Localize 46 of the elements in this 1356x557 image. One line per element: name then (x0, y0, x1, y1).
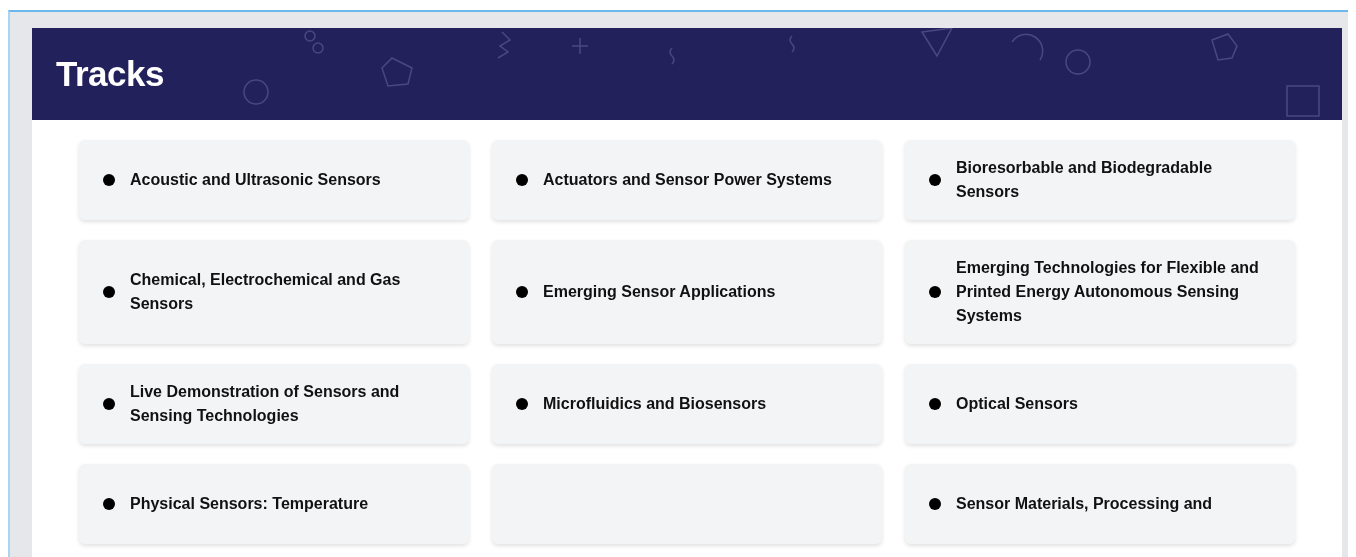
track-label: Bioresorbable and Biodegradable Sensors (956, 158, 1214, 202)
track-label: Emerging Technologies for Flexible and Printed Energy Autonomous Sensing Systems (956, 258, 1260, 326)
track-card[interactable]: Acoustic and Ultrasonic Sensors (79, 140, 469, 220)
track-card[interactable]: Physical Sensors: Temperature (79, 464, 469, 544)
bullet-icon (103, 498, 115, 510)
track-label: Live Demonstration of Sensors and Sensing Technologies (130, 382, 401, 426)
bullet-icon (929, 286, 941, 298)
pentagon-doodle (1211, 33, 1238, 61)
bullet-icon (929, 398, 941, 410)
squiggle-doodle (789, 35, 795, 53)
bullet-icon (103, 286, 115, 298)
bullet-icon (103, 174, 115, 186)
track-label: Actuators and Sensor Power Systems (543, 170, 832, 190)
track-label: Chemical, Electrochemical and Gas Sensors (130, 270, 402, 314)
bullet-icon (103, 398, 115, 410)
bullet-icon (516, 174, 528, 186)
pentagon-doodle (381, 57, 413, 87)
track-label: Microfluidics and Biosensors (543, 394, 767, 414)
bullet-icon (516, 286, 528, 298)
bullet-icon (929, 498, 941, 510)
track-card[interactable]: Emerging Sensor Applications (492, 240, 882, 344)
triangle-doodle (920, 28, 954, 58)
track-card[interactable]: Actuators and Sensor Power Systems (492, 140, 882, 220)
track-label: Physical Sensors: Temperature (130, 494, 369, 514)
track-label: Optical Sensors (956, 394, 1078, 414)
track-card[interactable]: Live Demonstration of Sensors and Sensing Technologies (79, 364, 469, 444)
arc-doodle (1011, 33, 1044, 61)
track-label: Emerging Sensor Applications (543, 282, 776, 302)
track-card[interactable]: Optical Sensors (905, 364, 1295, 444)
circle-doodle (1065, 49, 1091, 75)
circle-doodle (243, 79, 269, 105)
track-card[interactable]: Microfluidics and Biosensors (492, 364, 882, 444)
square-doodle (1286, 85, 1320, 117)
squiggle-doodle (669, 47, 675, 65)
bullet-icon (516, 398, 528, 410)
track-card[interactable]: Emerging Technologies for Flexible and Printed Energy Autonomous Sensing Systems (905, 240, 1295, 344)
track-card[interactable]: Sensor Materials, Processing and (905, 464, 1295, 544)
track-card[interactable]: Chemical, Electrochemical and Gas Sensors (79, 240, 469, 344)
zigzag-doodle (497, 31, 512, 59)
track-label: Sensor Materials, Processing and (956, 494, 1213, 514)
page-title: Tracks (56, 54, 164, 94)
bullet-icon (929, 174, 941, 186)
track-card[interactable]: Bioresorbable and Biodegradable Sensors (905, 140, 1295, 220)
cross-doodle (571, 37, 589, 55)
track-label: Acoustic and Ultrasonic Sensors (130, 170, 381, 190)
circles-doodle (304, 30, 324, 54)
